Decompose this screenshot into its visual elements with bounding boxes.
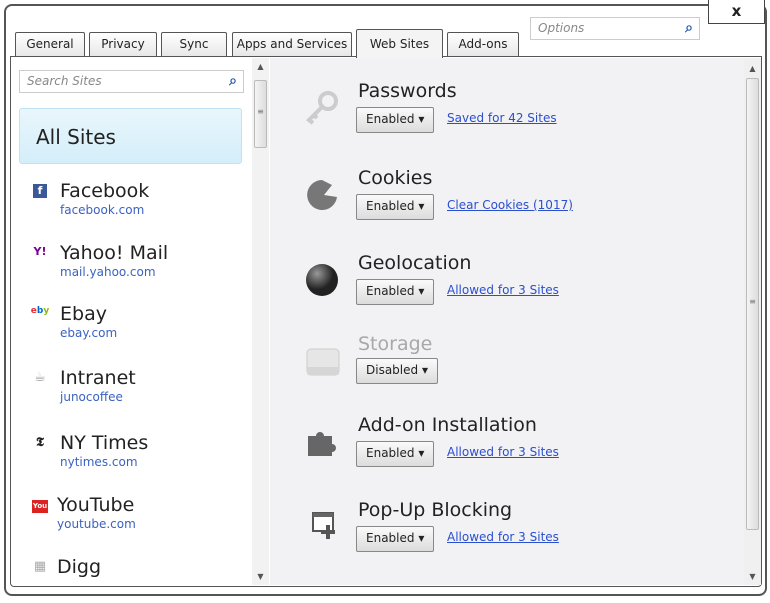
site-name: Yahoo! Mail: [60, 242, 169, 264]
setting-title: Passwords: [358, 80, 457, 102]
cookies-dropdown[interactable]: Enabled ▾: [356, 194, 435, 220]
add-on-installation-dropdown[interactable]: Enabled ▾: [356, 441, 435, 467]
scroll-up-arrow-icon[interactable]: ▲: [744, 64, 761, 73]
site-name: Intranet: [60, 367, 136, 389]
site-name: Ebay: [60, 303, 107, 325]
sites-scrollbar[interactable]: ▲ ≡ ▼: [252, 58, 269, 585]
popup-window-icon: [312, 512, 335, 539]
tab-sync[interactable]: Sync: [161, 32, 227, 57]
options-search-placeholder: Options: [538, 21, 585, 35]
site-url[interactable]: junocoffee: [60, 390, 123, 404]
options-search-input[interactable]: Options ⌕: [530, 17, 700, 40]
setting-storage: Storage Disabled ▾: [300, 333, 730, 403]
setting-title: Storage: [358, 333, 433, 355]
search-sites-placeholder: Search Sites: [27, 74, 102, 88]
site-name: YouTube: [57, 494, 135, 516]
hard-drive-icon: [306, 348, 340, 376]
pop-up-blocking-link[interactable]: Allowed for 3 Sites: [447, 530, 559, 544]
site-url[interactable]: facebook.com: [60, 203, 144, 217]
digg-icon: ▦: [33, 559, 47, 574]
facebook-icon: f: [30, 183, 50, 198]
geolocation-dropdown[interactable]: Enabled ▾: [356, 279, 435, 305]
yahoo-icon: Y!: [33, 245, 47, 258]
ebay-icon: eby: [30, 306, 50, 316]
setting-cookies: Cookies Enabled ▾ Clear Cookies (1017): [300, 167, 730, 237]
scroll-thumb[interactable]: ≡: [746, 78, 759, 530]
scroll-up-arrow-icon[interactable]: ▲: [252, 62, 269, 71]
passwords-dropdown[interactable]: Enabled ▾: [356, 107, 435, 133]
setting-title: Pop-Up Blocking: [358, 499, 513, 521]
site-url[interactable]: ebay.com: [60, 326, 117, 340]
site-name: Digg: [57, 556, 102, 578]
search-icon[interactable]: ⌕: [685, 20, 693, 36]
site-name: NY Times: [60, 432, 149, 454]
close-button[interactable]: x: [708, 0, 765, 24]
setting-title: Cookies: [358, 167, 433, 189]
tab-add-ons[interactable]: Add-ons: [447, 32, 519, 57]
site-name: Facebook: [60, 180, 150, 202]
site-url[interactable]: mail.yahoo.com: [60, 265, 156, 279]
all-sites-item[interactable]: All Sites: [19, 108, 242, 164]
site-url[interactable]: nytimes.com: [60, 455, 138, 469]
cookies-link[interactable]: Clear Cookies (1017): [447, 198, 573, 212]
dropdown-value: Enabled: [366, 199, 415, 213]
puzzle-piece-icon: [308, 432, 336, 456]
key-icon: [305, 91, 338, 125]
setting-geolocation: Geolocation Enabled ▾ Allowed for 3 Site…: [300, 252, 730, 322]
tab-general[interactable]: General: [15, 32, 85, 57]
search-sites-input[interactable]: Search Sites ⌕: [19, 70, 244, 93]
geolocation-link[interactable]: Allowed for 3 Sites: [447, 283, 559, 297]
scroll-thumb[interactable]: ≡: [254, 80, 267, 148]
setting-add-on-installation: Add-on Installation Enabled ▾ Allowed fo…: [300, 414, 730, 484]
pop-up-blocking-dropdown[interactable]: Enabled ▾: [356, 526, 435, 552]
dropdown-value: Enabled: [366, 112, 415, 126]
add-on-installation-link[interactable]: Allowed for 3 Sites: [447, 445, 559, 459]
setting-title: Add-on Installation: [358, 414, 537, 436]
tab-apps-and-services[interactable]: Apps and Services: [232, 32, 352, 57]
tab-web-sites[interactable]: Web Sites: [356, 29, 443, 58]
nytimes-icon: 𝕿: [36, 435, 44, 450]
globe-icon: [306, 264, 338, 296]
search-icon[interactable]: ⌕: [229, 73, 237, 89]
dropdown-value: Enabled: [366, 446, 415, 460]
setting-passwords: Passwords Enabled ▾ Saved for 42 Sites: [300, 80, 730, 150]
setting-title: Geolocation: [358, 252, 472, 274]
coffee-cup-icon: ☕: [34, 370, 46, 385]
setting-pop-up-blocking: Pop-Up Blocking Enabled ▾ Allowed for 3 …: [300, 499, 730, 569]
storage-dropdown[interactable]: Disabled ▾: [356, 358, 438, 384]
dropdown-value: Enabled: [366, 284, 415, 298]
scroll-down-arrow-icon[interactable]: ▼: [252, 572, 269, 581]
dropdown-value: Disabled: [366, 363, 419, 377]
scroll-down-arrow-icon[interactable]: ▼: [744, 572, 761, 581]
dropdown-value: Enabled: [366, 531, 415, 545]
site-url[interactable]: youtube.com: [57, 517, 136, 531]
cookie-icon: [307, 180, 337, 210]
tab-privacy[interactable]: Privacy: [89, 32, 157, 57]
passwords-link[interactable]: Saved for 42 Sites: [447, 111, 557, 125]
youtube-icon: You: [30, 497, 50, 513]
settings-scrollbar[interactable]: ▲ ≡ ▼: [744, 58, 761, 585]
